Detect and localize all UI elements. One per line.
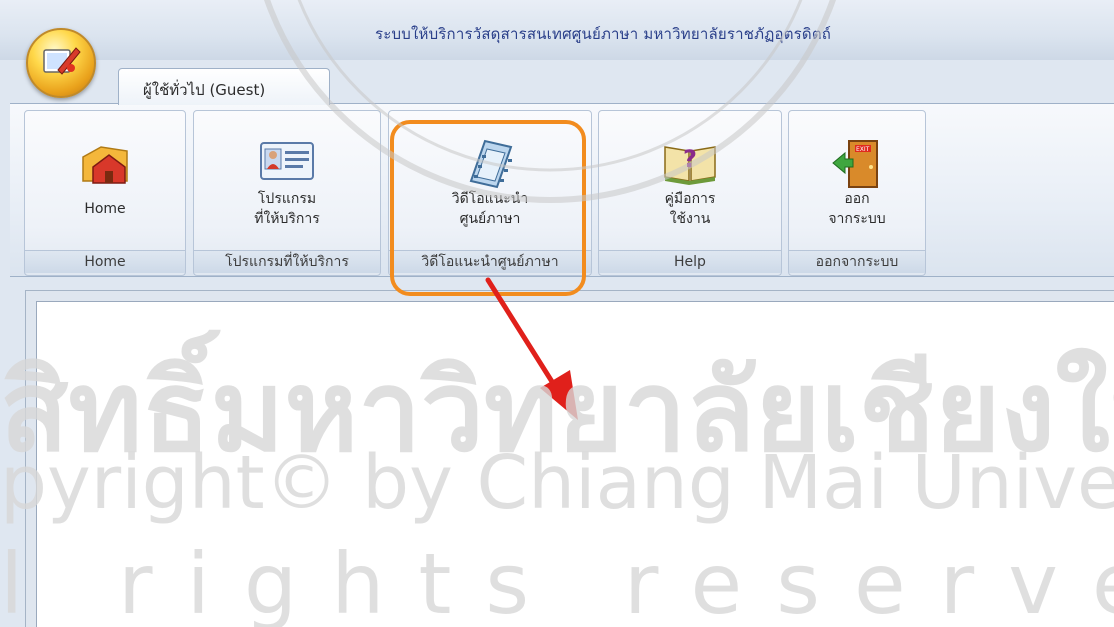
ribbon-group-programs-label: โปรแกรมที่ให้บริการ bbox=[194, 250, 380, 273]
manual-button-label-1: คู่มือการ bbox=[664, 191, 716, 207]
application-orb-icon bbox=[43, 47, 81, 75]
tab-guest-label: ผู้ใช้ทั่วไป (Guest) bbox=[143, 81, 266, 99]
application-orb-button[interactable] bbox=[26, 28, 96, 98]
ribbon-group-home: Home Home bbox=[24, 110, 186, 276]
ribbon-group-help-label: Help bbox=[599, 250, 781, 273]
video-button-label-2: ศูนย์ภาษา bbox=[459, 211, 521, 227]
home-button[interactable] bbox=[79, 137, 131, 193]
home-folder-icon bbox=[82, 146, 128, 184]
manual-button-label-2: ใช้งาน bbox=[669, 211, 711, 227]
window-title: ระบบให้บริการวัสดุสารสนเทศศูนย์ภาษา มหาว… bbox=[375, 25, 832, 43]
exit-door-icon: EXIT bbox=[832, 140, 878, 188]
manual-button[interactable]: ? bbox=[661, 137, 719, 189]
ribbon-group-programs: โปรแกรม ที่ให้บริการ โปรแกรมที่ให้บริการ bbox=[193, 110, 381, 276]
help-book-icon: ? bbox=[664, 145, 716, 185]
video-button[interactable] bbox=[463, 137, 517, 195]
ribbon-group-logout-label: ออกจากระบบ bbox=[789, 250, 925, 273]
ribbon-group-home-label: Home bbox=[25, 250, 185, 273]
svg-text:EXIT: EXIT bbox=[856, 146, 870, 153]
logout-button-label-1: ออก bbox=[844, 191, 870, 207]
application-window: ระบบให้บริการวัสดุสารสนเทศศูนย์ภาษา มหาว… bbox=[0, 0, 1114, 627]
video-button-label-1: วิดีโอแนะนำ bbox=[451, 191, 529, 207]
home-button-label: Home bbox=[84, 201, 126, 217]
tab-guest[interactable]: ผู้ใช้ทั่วไป (Guest) bbox=[118, 68, 330, 105]
svg-text:?: ? bbox=[683, 145, 697, 173]
ribbon-group-help: ? คู่มือการ ใช้งาน Help bbox=[598, 110, 782, 276]
logout-button-label-2: จากระบบ bbox=[828, 211, 886, 227]
ribbon-group-video: วิดีโอแนะนำ ศูนย์ภาษา วิดีโอแนะนำศูนย์ภา… bbox=[388, 110, 592, 276]
logout-button[interactable]: EXIT bbox=[831, 137, 883, 195]
contact-card-icon bbox=[260, 142, 314, 180]
ribbon-panel: Home Home โปรแกรม ที่ให้บริการ โปรแกรมที… bbox=[10, 103, 1114, 277]
film-strip-icon bbox=[469, 139, 513, 189]
programs-button-label-1: โปรแกรม bbox=[257, 191, 317, 207]
ribbon-group-logout: EXIT ออก จากระบบ ออกจากระบบ bbox=[788, 110, 926, 276]
programs-button-label-2: ที่ให้บริการ bbox=[254, 211, 320, 227]
title-bar: ระบบให้บริการวัสดุสารสนเทศศูนย์ภาษา มหาว… bbox=[0, 0, 1114, 60]
programs-button[interactable] bbox=[259, 137, 315, 189]
annotation-arrow bbox=[485, 277, 578, 420]
